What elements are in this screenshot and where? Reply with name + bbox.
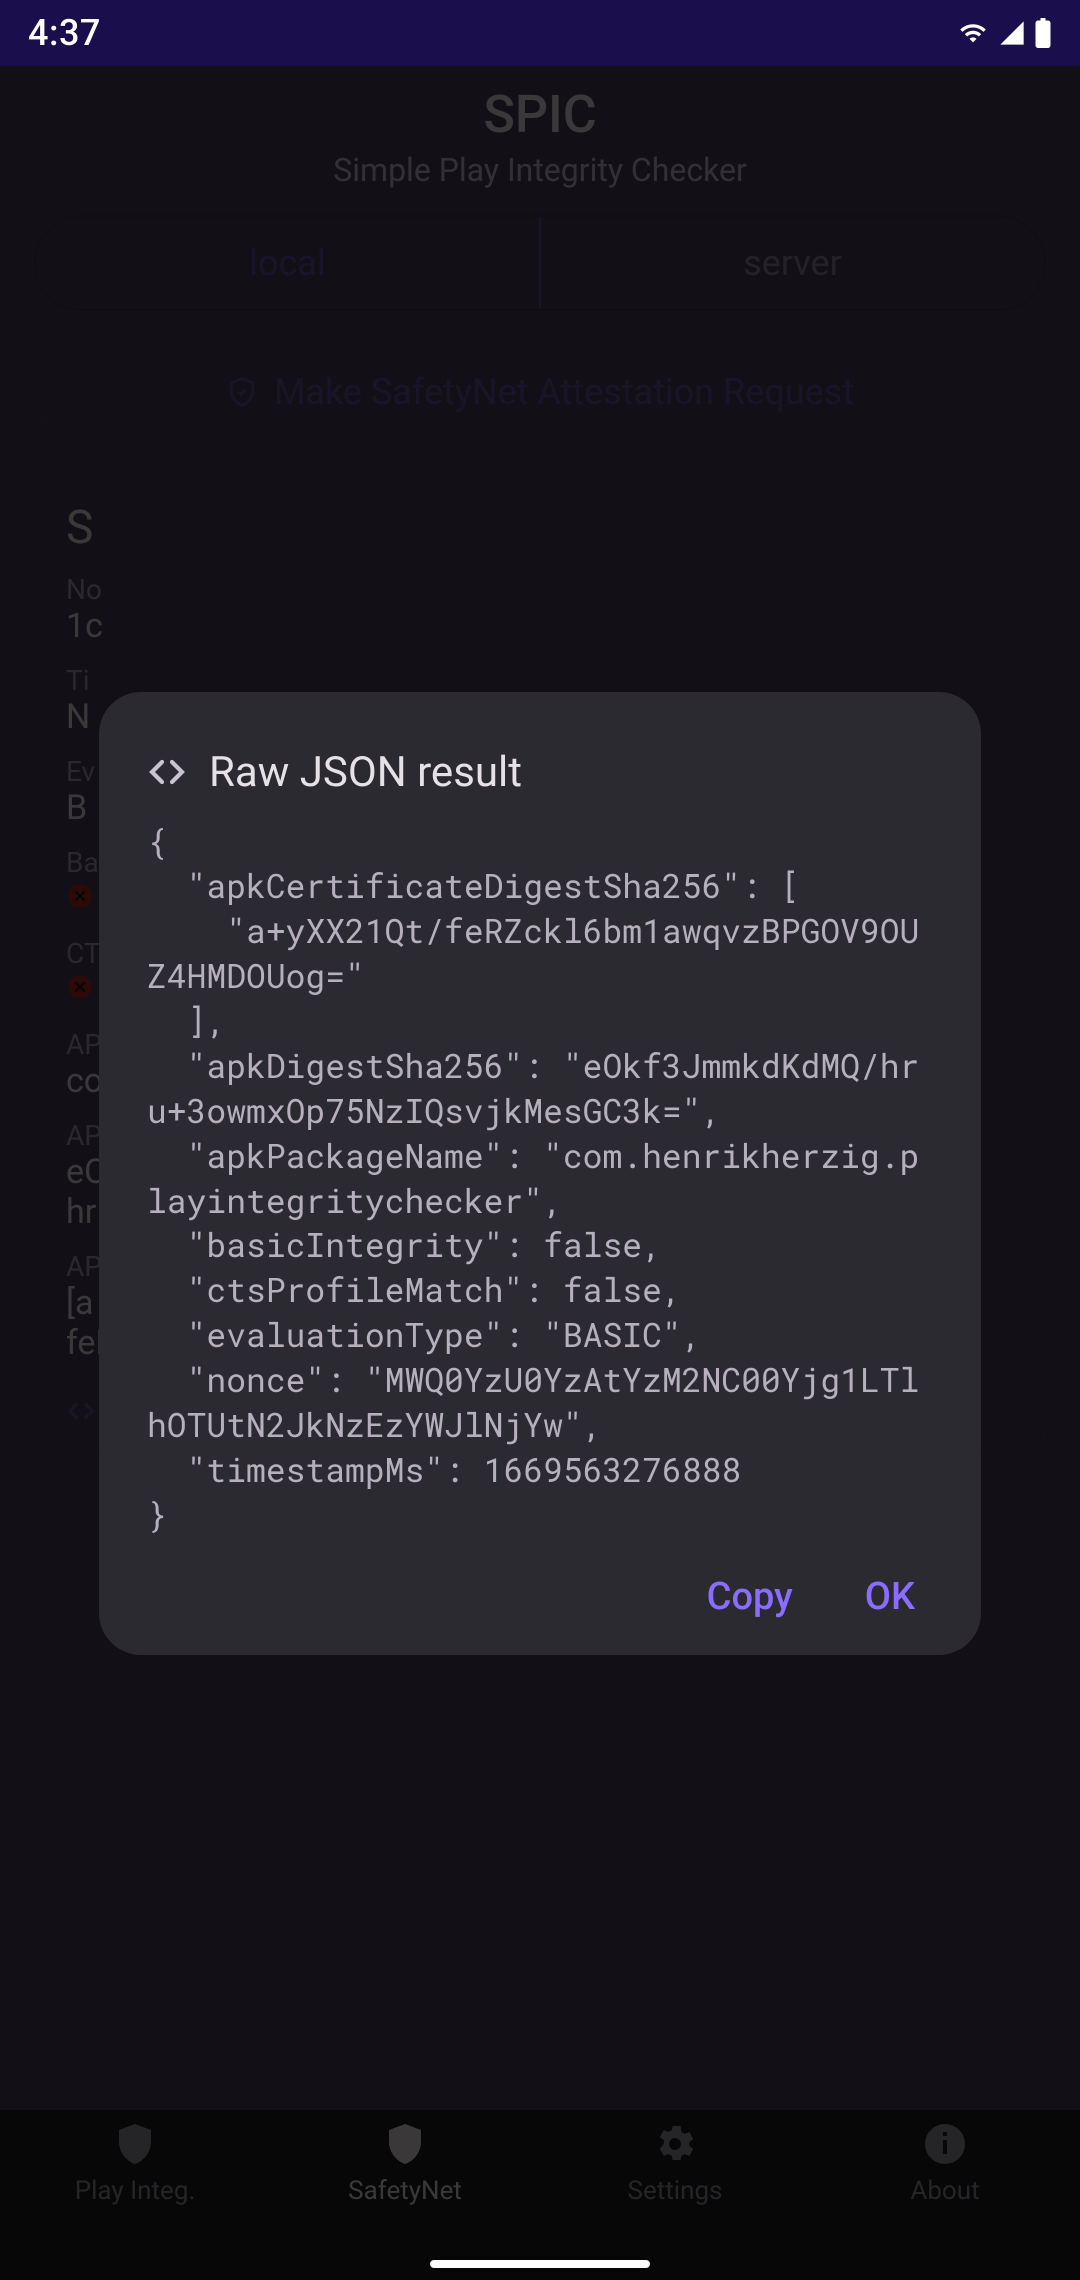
dialog-title: Raw JSON result [209, 748, 522, 797]
gesture-bar [430, 2260, 650, 2268]
status-time: 4:37 [28, 12, 101, 54]
cell-signal-icon [998, 19, 1026, 47]
wifi-icon [956, 19, 990, 47]
battery-icon [1034, 18, 1052, 48]
copy-button[interactable]: Copy [707, 1575, 793, 1619]
dialog-json-body: { "apkCertificateDigestSha256": [ "a+yXX… [147, 819, 933, 1537]
ok-button[interactable]: OK [865, 1575, 915, 1619]
dialog-scrim[interactable]: Raw JSON result { "apkCertificateDigestS… [0, 66, 1080, 2280]
status-bar: 4:37 [0, 0, 1080, 66]
status-icons [956, 18, 1052, 48]
code-icon [147, 752, 187, 792]
raw-json-dialog: Raw JSON result { "apkCertificateDigestS… [99, 692, 981, 1655]
